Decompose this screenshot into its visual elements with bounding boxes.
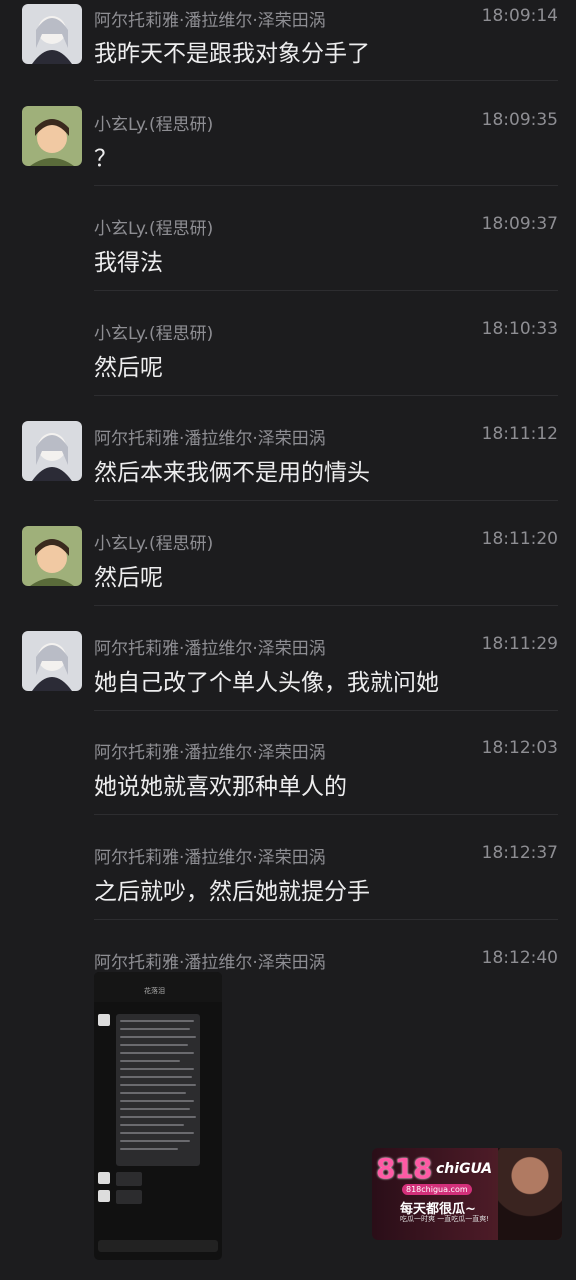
boy-avatar[interactable] (22, 106, 82, 166)
ad-logo: 818 (376, 1152, 432, 1185)
text-line (120, 1020, 194, 1022)
divider (94, 500, 558, 501)
message-text[interactable]: ？ (94, 139, 117, 173)
text-line (120, 1124, 184, 1126)
message-text[interactable]: 之后就吵，然后她就提分手 (94, 872, 370, 906)
ad-url: 818chigua.com (402, 1184, 472, 1195)
text-line (120, 1108, 190, 1110)
sender-name: 小玄Ly.(程思研) (94, 324, 214, 344)
sender-name: 阿尔托莉雅·潘拉维尔·泽荣田涡 (94, 848, 326, 868)
text-line (120, 1100, 194, 1102)
sender-name: 小玄Ly.(程思研) (94, 219, 214, 239)
attachment-title: 花落泪 (144, 987, 165, 995)
sender-name: 阿尔托莉雅·潘拉维尔·泽荣田涡 (94, 743, 326, 763)
attachment-input-bar (98, 1240, 218, 1252)
ad-subtitle: 吃瓜一时爽 一直吃瓜一直爽! (400, 1215, 490, 1223)
message-time: 18:11:20 (481, 529, 558, 549)
message-text[interactable]: 然后呢 (94, 558, 163, 592)
divider (94, 814, 558, 815)
sender-name: 阿尔托莉雅·潘拉维尔·泽荣田涡 (94, 11, 326, 31)
text-line (120, 1052, 194, 1054)
divider (94, 395, 558, 396)
text-line (120, 1140, 190, 1142)
text-line (120, 1092, 186, 1094)
message-time: 18:12:03 (481, 738, 558, 758)
sender-name: 小玄Ly.(程思研) (94, 115, 214, 135)
attachment-avatar (98, 1172, 110, 1184)
message-text[interactable]: 我昨天不是跟我对象分手了 (94, 34, 370, 68)
attachment-bubble (116, 1014, 200, 1166)
sender-name: 阿尔托莉雅·潘拉维尔·泽荣田涡 (94, 953, 326, 973)
text-line (120, 1060, 180, 1062)
text-line (120, 1036, 196, 1038)
message-time: 18:12:37 (481, 843, 558, 863)
message-time: 18:12:40 (481, 948, 558, 968)
divider (94, 290, 558, 291)
divider (94, 605, 558, 606)
attachment-bubble (116, 1190, 142, 1204)
text-line (120, 1084, 196, 1086)
message-text[interactable]: 然后呢 (94, 348, 163, 382)
text-line (120, 1116, 196, 1118)
attachment-avatar (98, 1190, 110, 1202)
text-line (120, 1148, 178, 1150)
attachment-bubble (116, 1172, 142, 1186)
ad-image (498, 1148, 562, 1240)
sender-name: 小玄Ly.(程思研) (94, 534, 214, 554)
girl-avatar[interactable] (22, 631, 82, 691)
divider (94, 80, 558, 81)
text-line (120, 1028, 190, 1030)
image-attachment[interactable]: 花落泪 (94, 972, 222, 1260)
boy-avatar[interactable] (22, 526, 82, 586)
message-time: 18:09:35 (481, 110, 558, 130)
girl-avatar[interactable] (22, 421, 82, 481)
message-time: 18:11:29 (481, 634, 558, 654)
message-text[interactable]: 她说她就喜欢那种单人的 (94, 767, 347, 801)
message-text[interactable]: 我得法 (94, 243, 163, 277)
sender-name: 阿尔托莉雅·潘拉维尔·泽荣田涡 (94, 639, 326, 659)
girl-avatar[interactable] (22, 4, 82, 64)
text-line (120, 1132, 194, 1134)
divider (94, 919, 558, 920)
attachment-avatar (98, 1014, 110, 1026)
sender-name: 阿尔托莉雅·潘拉维尔·泽荣田涡 (94, 429, 326, 449)
watermark-ad[interactable]: 818 chiGUA 818chigua.com 每天都很瓜~ 吃瓜一时爽 一直… (372, 1148, 562, 1240)
ad-logo-suffix: chiGUA (436, 1161, 493, 1177)
text-line (120, 1044, 188, 1046)
message-time: 18:09:14 (481, 6, 558, 26)
message-time: 18:10:33 (481, 319, 558, 339)
message-text[interactable]: 然后本来我俩不是用的情头 (94, 453, 370, 487)
text-line (120, 1068, 194, 1070)
divider (94, 185, 558, 186)
message-time: 18:09:37 (481, 214, 558, 234)
message-text[interactable]: 她自己改了个单人头像，我就问她 (94, 663, 439, 697)
message-time: 18:11:12 (481, 424, 558, 444)
text-line (120, 1076, 192, 1078)
divider (94, 710, 558, 711)
